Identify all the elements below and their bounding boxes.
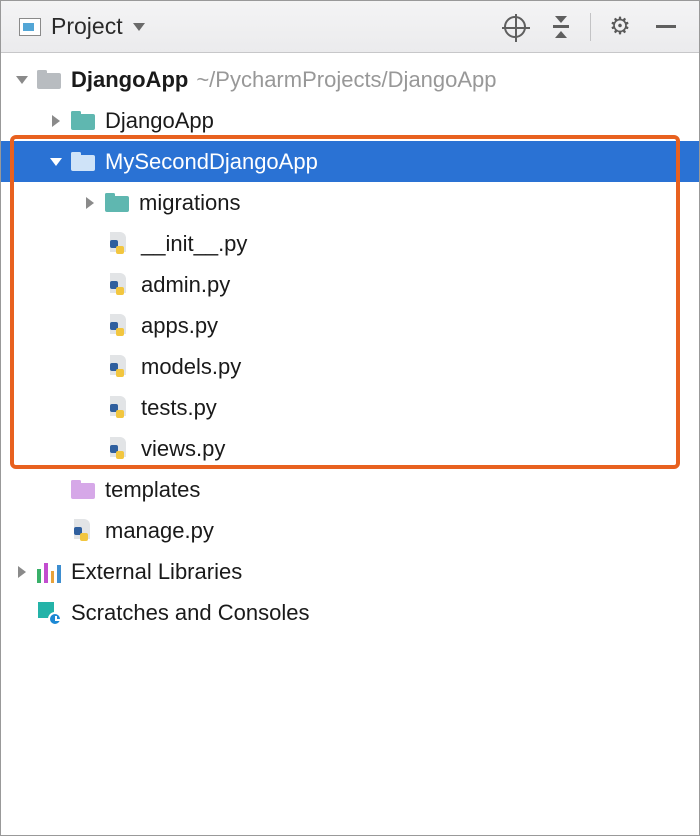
tree-file-models[interactable]: models.py — [1, 346, 699, 387]
project-tree: DjangoApp ~/PycharmProjects/DjangoApp Dj… — [1, 53, 699, 633]
tree-file-apps[interactable]: apps.py — [1, 305, 699, 346]
project-icon — [19, 18, 41, 36]
chevron-down-icon — [133, 23, 145, 31]
node-label: __init__.py — [141, 231, 247, 257]
node-label: External Libraries — [71, 559, 242, 585]
node-label: templates — [105, 477, 200, 503]
collapse-all-button[interactable] — [546, 12, 576, 42]
tree-file-manage[interactable]: manage.py — [1, 510, 699, 551]
expand-arrow-icon[interactable] — [15, 565, 29, 579]
python-file-icon — [71, 520, 95, 542]
scratches-icon — [37, 602, 61, 624]
folder-icon — [105, 192, 129, 214]
target-icon — [504, 16, 526, 38]
tree-node-templates[interactable]: templates — [1, 469, 699, 510]
node-label: MySecondDjangoApp — [105, 149, 318, 175]
tree-file-init[interactable]: __init__.py — [1, 223, 699, 264]
node-label: migrations — [139, 190, 240, 216]
tree-node-djangoapp[interactable]: DjangoApp — [1, 100, 699, 141]
node-label: manage.py — [105, 518, 214, 544]
python-file-icon — [107, 315, 131, 337]
folder-icon — [71, 151, 95, 173]
locate-button[interactable] — [500, 12, 530, 42]
expand-arrow-icon[interactable] — [15, 73, 29, 87]
project-label: Project — [51, 13, 123, 40]
node-label: admin.py — [141, 272, 230, 298]
python-file-icon — [107, 438, 131, 460]
minimize-icon — [656, 25, 676, 28]
node-label: apps.py — [141, 313, 218, 339]
node-path: ~/PycharmProjects/DjangoApp — [196, 67, 496, 93]
separator — [590, 13, 591, 41]
tree-file-admin[interactable]: admin.py — [1, 264, 699, 305]
gear-icon: ⚙ — [609, 15, 631, 39]
folder-icon — [71, 110, 95, 132]
node-label: models.py — [141, 354, 241, 380]
python-file-icon — [107, 233, 131, 255]
project-view-selector[interactable]: Project — [11, 10, 153, 43]
tree-node-mysecond[interactable]: MySecondDjangoApp — [1, 141, 699, 182]
node-label: Scratches and Consoles — [71, 600, 309, 626]
folder-icon — [37, 69, 61, 91]
tree-node-external-libraries[interactable]: External Libraries — [1, 551, 699, 592]
expand-arrow-icon[interactable] — [49, 155, 63, 169]
folder-icon — [71, 479, 95, 501]
expand-arrow-icon[interactable] — [49, 114, 63, 128]
tree-file-tests[interactable]: tests.py — [1, 387, 699, 428]
node-label: DjangoApp — [105, 108, 214, 134]
node-label: views.py — [141, 436, 225, 462]
node-label: DjangoApp — [71, 67, 188, 93]
hide-button[interactable] — [651, 12, 681, 42]
tree-node-migrations[interactable]: migrations — [1, 182, 699, 223]
settings-button[interactable]: ⚙ — [605, 12, 635, 42]
python-file-icon — [107, 397, 131, 419]
python-file-icon — [107, 274, 131, 296]
tree-root[interactable]: DjangoApp ~/PycharmProjects/DjangoApp — [1, 59, 699, 100]
libraries-icon — [37, 561, 61, 583]
project-toolbar: Project ⚙ — [1, 1, 699, 53]
collapse-icon — [550, 16, 572, 38]
tree-file-views[interactable]: views.py — [1, 428, 699, 469]
node-label: tests.py — [141, 395, 217, 421]
expand-arrow-icon[interactable] — [83, 196, 97, 210]
tree-node-scratches[interactable]: Scratches and Consoles — [1, 592, 699, 633]
python-file-icon — [107, 356, 131, 378]
